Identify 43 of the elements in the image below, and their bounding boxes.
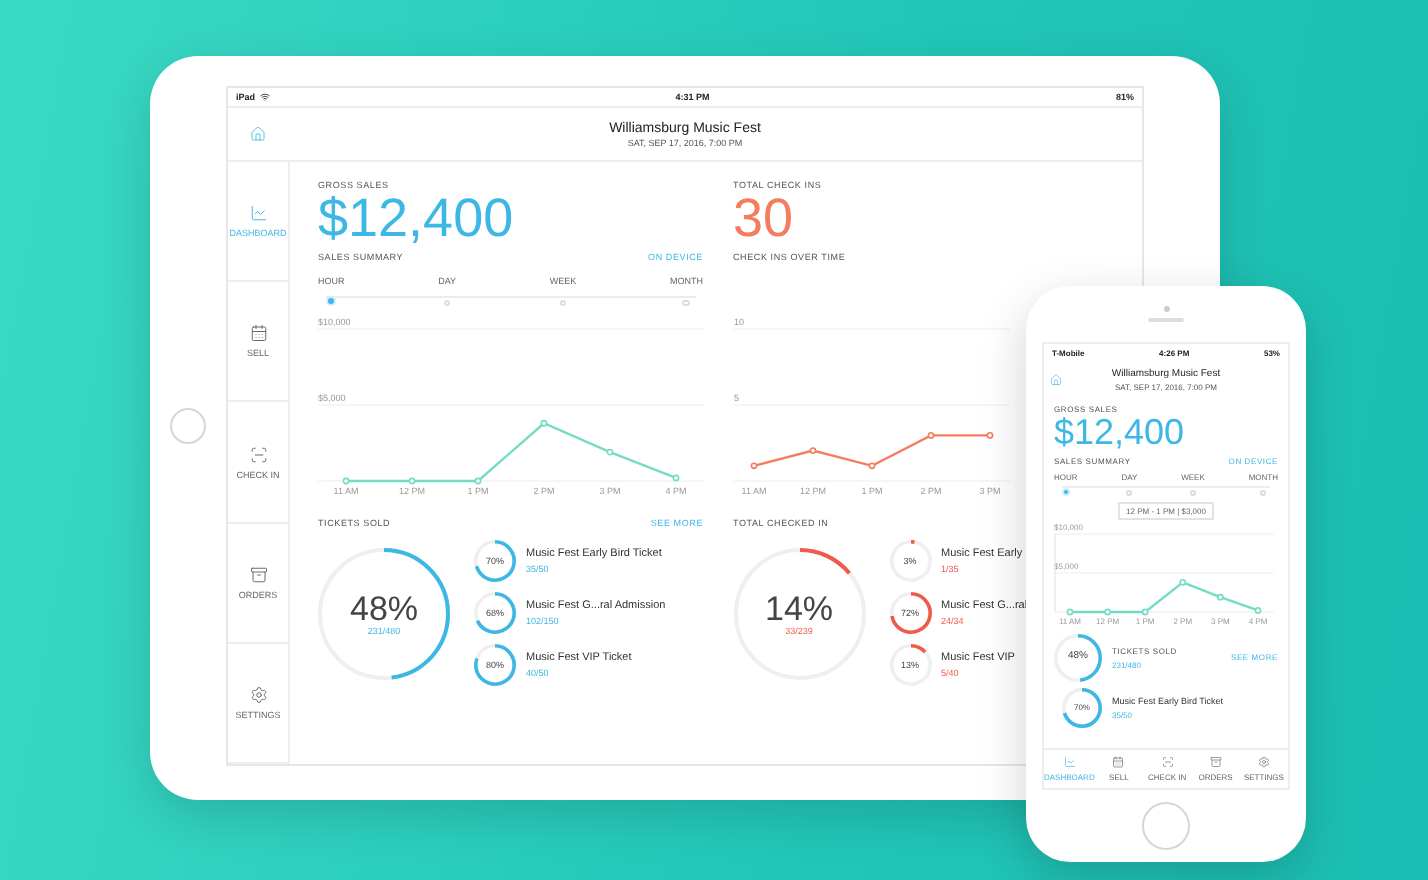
data-point (1254, 606, 1262, 614)
data-point (985, 432, 993, 440)
data-point (408, 478, 416, 486)
box-icon (249, 565, 267, 584)
period-dot[interactable] (326, 296, 337, 307)
calendar-icon (1112, 756, 1125, 768)
chart-line-icon (249, 204, 267, 223)
home-icon[interactable] (250, 126, 266, 142)
period-dot[interactable] (1061, 487, 1070, 496)
scan-icon (1161, 756, 1174, 768)
percent-value: 48% (349, 591, 419, 626)
period-dot[interactable] (443, 299, 451, 307)
data-point (808, 447, 816, 455)
data-point (749, 463, 757, 470)
camera-lens (1163, 306, 1169, 312)
data-point (1217, 593, 1224, 601)
home-icon[interactable] (1050, 374, 1062, 386)
home-button[interactable] (170, 408, 206, 444)
data-point (540, 420, 548, 428)
period-dot[interactable] (559, 299, 567, 307)
settings-icon (249, 685, 267, 704)
data-point (672, 475, 680, 483)
check-ins-value: 30 (733, 190, 794, 247)
data-point (926, 432, 934, 440)
period-dot[interactable] (682, 299, 690, 307)
home-button[interactable] (1142, 802, 1190, 850)
data-point (1179, 578, 1187, 586)
box-icon (1209, 756, 1222, 768)
data-point (1104, 608, 1111, 616)
gross-sales-value: $12,400 (318, 190, 514, 247)
gross-sales-value: $12,400 (1054, 414, 1185, 452)
data-point (1066, 608, 1074, 616)
settings-icon (1257, 756, 1270, 768)
data-point (474, 478, 482, 486)
data-point (342, 478, 350, 486)
calendar-icon (249, 324, 267, 343)
data-point (867, 463, 875, 470)
wifi-icon (259, 92, 270, 102)
chart-line-icon (1063, 756, 1076, 768)
data-point (1141, 608, 1149, 616)
scan-icon (249, 445, 267, 463)
data-point (606, 449, 614, 457)
percent-value: 14% (764, 591, 834, 626)
